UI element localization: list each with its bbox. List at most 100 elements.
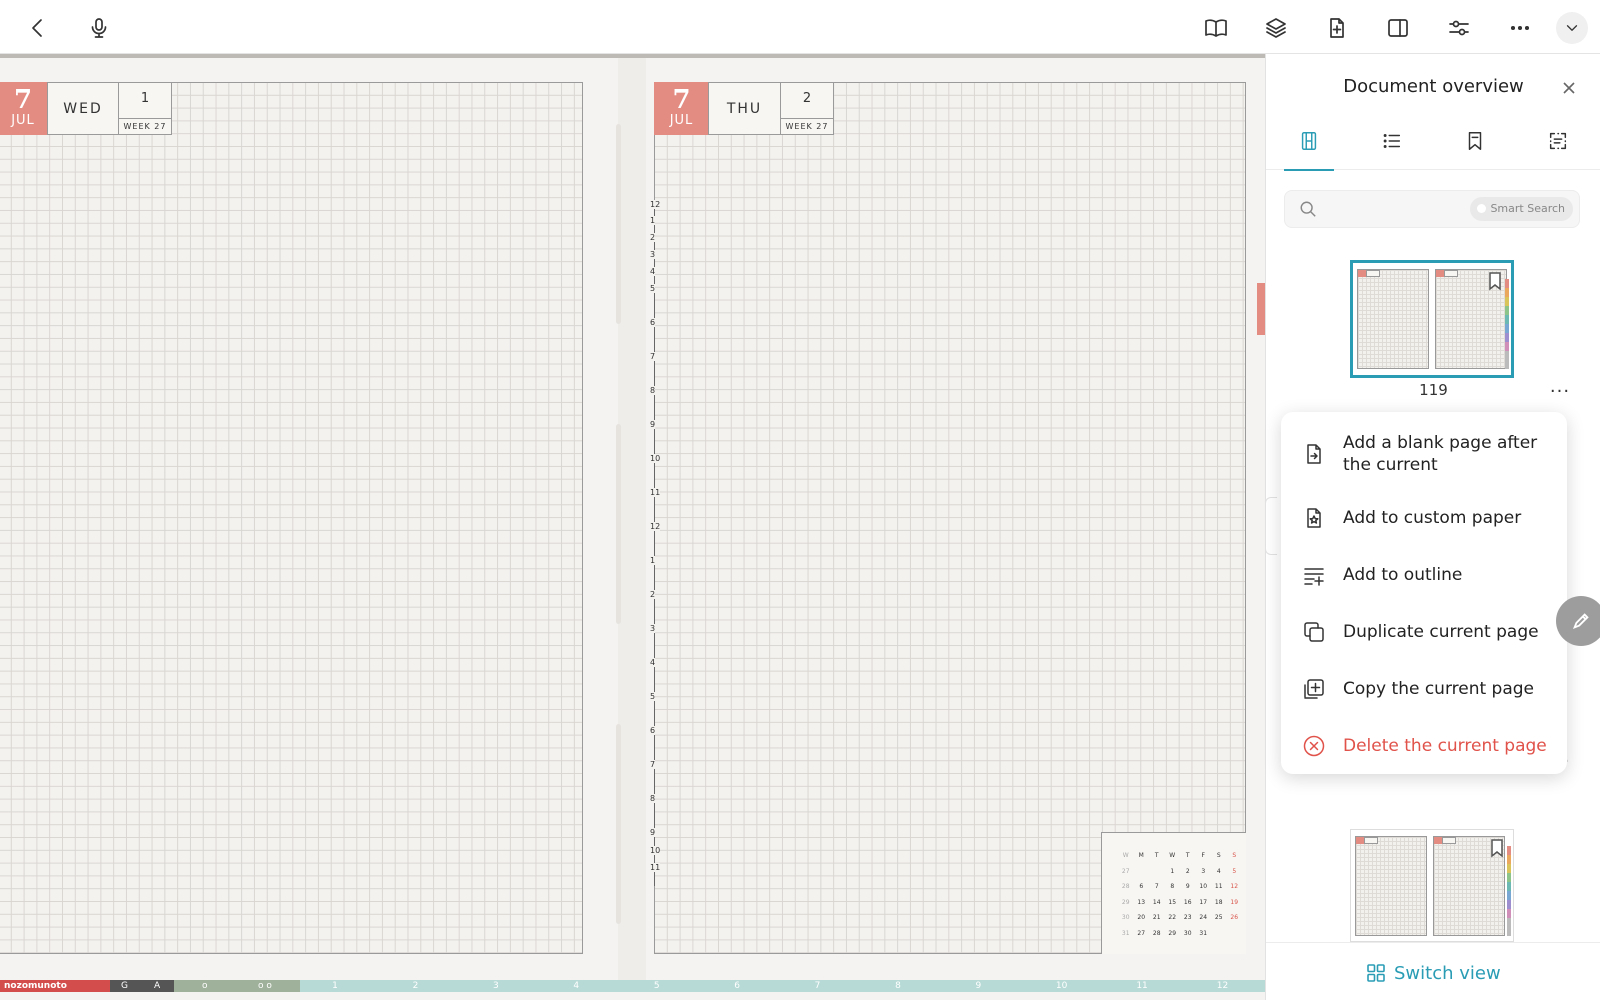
selection-icon [1549, 132, 1567, 150]
overview-tabs [1266, 126, 1600, 171]
calendar-day: 18 [1214, 898, 1223, 906]
split-view-icon[interactable] [1382, 12, 1414, 44]
pen-tool-button[interactable] [1556, 596, 1600, 646]
layers-icon[interactable] [1260, 12, 1292, 44]
right-page-grid[interactable] [654, 82, 1246, 954]
document-canvas[interactable]: 7 JUL WED 1 WEEK 27 7 JUL THU 2 WEEK 27 … [0, 54, 1265, 1000]
timeline-hour-label: 4 [650, 658, 656, 667]
bookmark-icon[interactable] [1485, 271, 1505, 291]
calendar-day: 16 [1183, 898, 1192, 906]
calendar-week-number: 29 [1121, 898, 1130, 906]
thumbnails-icon [1301, 132, 1317, 150]
page-marker-tab[interactable] [1257, 283, 1265, 335]
calendar-day: 19 [1230, 898, 1239, 906]
letter-tabs[interactable]: G A [110, 980, 174, 992]
month-tab[interactable]: 10 [1056, 980, 1067, 992]
calendar-day: 15 [1168, 898, 1177, 906]
timeline-hour-label: 3 [650, 250, 656, 259]
more-icon[interactable] [1504, 12, 1536, 44]
sidebar-resize-handle[interactable] [1265, 497, 1277, 555]
index-tab-glyph[interactable]: o o [258, 980, 272, 992]
thumb-tab-strip [1505, 279, 1509, 369]
microphone-icon[interactable] [83, 12, 115, 44]
tab-outline[interactable] [1367, 126, 1417, 170]
delete-circle-icon [1301, 733, 1327, 759]
timeline-hour-label: 3 [650, 624, 656, 633]
calendar-day: 2 [1185, 867, 1190, 875]
search-field[interactable]: Smart Search [1284, 190, 1580, 228]
month-tab[interactable]: 2 [413, 980, 419, 992]
binding-mark [616, 124, 621, 324]
month-tab[interactable]: 7 [815, 980, 821, 992]
index-tab-glyph[interactable]: o [202, 980, 208, 992]
calendar-day: 29 [1168, 929, 1177, 937]
mini-calendar: W M T W T F S S 27 1 2 3 4 5 28 6 7 8 9 10 11 12 29 13 14 15 16 17 1… [1101, 832, 1246, 954]
calendar-week-number: 28 [1121, 883, 1130, 890]
copy-page-icon [1301, 676, 1327, 702]
tab-selection[interactable] [1533, 126, 1583, 170]
calendar-day: 31 [1199, 929, 1208, 937]
page-thumbnail-selected[interactable] [1350, 260, 1514, 378]
switch-view-label: Switch view [1394, 962, 1501, 984]
thumb-left-page [1357, 269, 1429, 369]
calendar-header: T [1154, 852, 1159, 859]
thumb-tab-strip [1507, 846, 1511, 936]
calendar-day: 9 [1185, 883, 1190, 890]
letter-tab-a[interactable]: A [154, 980, 160, 992]
chevron-down-icon[interactable] [1556, 12, 1588, 44]
timeline-hour-label: 9 [650, 828, 656, 837]
timeline-hour-label: 7 [650, 352, 656, 361]
letter-tab-g[interactable]: G [121, 980, 128, 992]
month-tab[interactable]: 1 [332, 980, 338, 992]
month-tab[interactable]: 12 [1217, 980, 1228, 992]
calendar-day: 10 [1199, 883, 1208, 890]
calendar-header: T [1185, 852, 1190, 859]
menu-item-delete[interactable]: Delete the current page [1281, 720, 1567, 772]
month-tab[interactable]: 9 [976, 980, 982, 992]
timeline-hour-label: 10 [650, 454, 661, 463]
bookmark-icon[interactable] [1487, 838, 1507, 858]
brand-tab: nozomunoto [0, 980, 110, 992]
timeline-hour-label: 9 [650, 420, 656, 429]
month-tab[interactable]: 8 [895, 980, 901, 992]
menu-item-add-blank-page[interactable]: Add a blank page after the current [1281, 422, 1567, 486]
month-tab[interactable]: 6 [734, 980, 740, 992]
menu-item-copy[interactable]: Copy the current page [1281, 663, 1567, 715]
smart-search-button[interactable]: Smart Search [1470, 197, 1573, 221]
timeline-hour-label: 1 [650, 216, 656, 225]
month-tab[interactable]: 5 [654, 980, 660, 992]
right-day-number: 2 [802, 91, 812, 106]
left-date-block: 7 JUL [0, 82, 48, 135]
add-note-icon[interactable] [1321, 12, 1353, 44]
menu-item-duplicate[interactable]: Duplicate current page [1281, 606, 1567, 658]
menu-item-label: Add a blank page after the current [1343, 433, 1538, 475]
calendar-day: 22 [1168, 914, 1177, 921]
book-icon[interactable] [1200, 12, 1232, 44]
outline-list-icon [1383, 134, 1401, 148]
menu-item-label: Duplicate current page [1343, 622, 1539, 642]
tab-thumbnails[interactable] [1284, 126, 1334, 171]
calendar-day: 8 [1170, 883, 1175, 890]
page-thumbnail[interactable] [1350, 829, 1514, 942]
calendar-day: 17 [1199, 898, 1208, 906]
pencil-icon [1572, 613, 1589, 630]
menu-item-add-outline[interactable]: Add to outline [1281, 549, 1567, 601]
back-chevron-icon[interactable] [22, 12, 54, 44]
page-more-button[interactable]: ··· [1548, 383, 1572, 406]
sliders-icon[interactable] [1443, 12, 1475, 44]
month-tab-strip[interactable]: nozomunoto G A o o o 1 2 3 4 5 6 7 8 9 10 11 12 [0, 980, 1265, 992]
timeline-hour-label: 10 [650, 846, 661, 855]
tab-bookmarks[interactable] [1450, 126, 1500, 170]
switch-view-button[interactable]: Switch view [1366, 961, 1501, 985]
calendar-header: W [1122, 852, 1129, 859]
month-tab[interactable]: 3 [493, 980, 499, 992]
month-tab[interactable]: 11 [1136, 980, 1147, 992]
left-page-grid[interactable] [0, 82, 583, 954]
timeline-hour-label: 12 [650, 200, 661, 209]
close-icon[interactable] [1557, 76, 1581, 100]
index-tabs[interactable]: o o o [174, 980, 300, 992]
timeline-hour-label: 7 [650, 760, 656, 769]
month-tab[interactable]: 4 [573, 980, 579, 992]
menu-item-add-custom-paper[interactable]: Add to custom paper [1281, 492, 1567, 544]
timeline-hour-label: 2 [650, 233, 656, 242]
